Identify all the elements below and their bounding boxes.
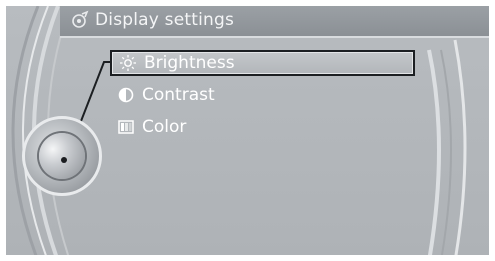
screen: Display settings Brightness Contrast Col… xyxy=(0,0,495,261)
color-icon xyxy=(118,120,134,134)
menu-item-label: Brightness xyxy=(144,53,235,73)
settings-menu: Brightness Contrast Color xyxy=(110,50,415,146)
menu-item-label: Contrast xyxy=(142,85,215,105)
menu-item-contrast[interactable]: Contrast xyxy=(110,82,415,108)
menu-item-color[interactable]: Color xyxy=(110,114,415,140)
display-settings-icon xyxy=(72,10,89,28)
menu-item-brightness[interactable]: Brightness xyxy=(110,50,415,76)
knob-indicator-dot xyxy=(61,157,67,163)
header-bar: Display settings xyxy=(60,6,489,38)
sun-icon xyxy=(120,55,136,71)
page-title: Display settings xyxy=(95,10,235,30)
contrast-icon xyxy=(118,87,134,103)
right-arcs xyxy=(427,39,467,261)
menu-item-label: Color xyxy=(142,117,187,137)
controller-knob[interactable] xyxy=(22,116,102,196)
knob-center xyxy=(39,133,85,179)
